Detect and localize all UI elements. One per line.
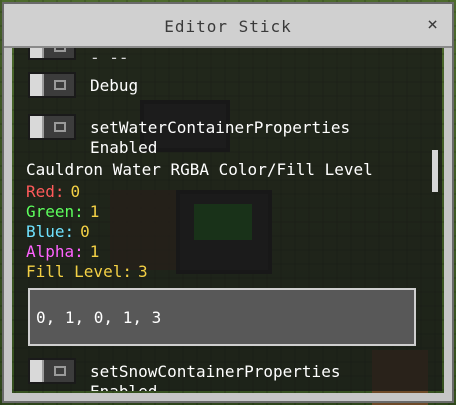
toggle-off-indicator-icon (54, 80, 66, 90)
toggle-row-debug[interactable]: Debug (28, 72, 428, 102)
alpha-label: Alpha: (26, 242, 84, 261)
toggle-row-water-container[interactable]: setWaterContainerProperties Enabled (28, 114, 428, 157)
rgba-input[interactable] (30, 290, 414, 344)
snow-container-toggle[interactable] (28, 358, 76, 384)
toggle-row-snow-container[interactable]: setSnowContainerProperties Enabled (28, 358, 428, 391)
red-value: 0 (70, 182, 81, 201)
cauldron-heading: Cauldron Water RGBA Color/Fill Level (26, 160, 373, 179)
alpha-value: 1 (89, 242, 100, 261)
toggle-knob (30, 74, 44, 96)
window-title: Editor Stick (164, 17, 292, 36)
debug-toggle[interactable] (28, 72, 76, 98)
red-line: Red: 0 (26, 182, 80, 201)
water-container-state: Enabled (90, 138, 158, 157)
partial-row-label: - -- (90, 48, 129, 67)
snow-container-state: Enabled (90, 382, 157, 391)
scrollbar-track[interactable] (428, 48, 442, 391)
green-line: Green: 1 (26, 202, 99, 221)
toggle-row-partial[interactable]: - -- (28, 48, 428, 67)
toggle-off-indicator-icon (54, 122, 66, 132)
toggle-off-indicator-icon (54, 366, 66, 376)
toggle-knob (30, 116, 44, 138)
scroll-content[interactable]: - -- Debug setWaterContainerProperties E… (14, 48, 428, 391)
toggle-knob (30, 360, 44, 382)
snow-container-label: setSnowContainerProperties (90, 362, 341, 381)
blue-line: Blue: 0 (26, 222, 90, 241)
red-label: Red: (26, 182, 65, 201)
water-container-toggle[interactable] (28, 114, 76, 140)
green-value: 1 (89, 202, 100, 221)
debug-label: Debug (90, 76, 139, 95)
close-icon[interactable]: × (427, 14, 438, 35)
fill-level-line: Fill Level: 3 (26, 262, 148, 281)
toggle-off-indicator-icon (54, 48, 66, 52)
toggle-knob (30, 48, 44, 58)
toggle-switch[interactable] (28, 48, 76, 60)
fill-level-value: 3 (137, 262, 148, 281)
editor-stick-window: Editor Stick × - -- Debug setWaterContai… (2, 2, 454, 403)
scrollbar-thumb[interactable] (432, 150, 438, 192)
fill-level-label: Fill Level: (26, 262, 132, 281)
title-bar: Editor Stick × (4, 4, 452, 48)
blue-label: Blue: (26, 222, 75, 241)
water-container-label: setWaterContainerProperties (90, 118, 351, 137)
rgba-input-box[interactable] (28, 288, 416, 346)
green-label: Green: (26, 202, 84, 221)
blue-value: 0 (80, 222, 90, 241)
alpha-line: Alpha: 1 (26, 242, 99, 261)
